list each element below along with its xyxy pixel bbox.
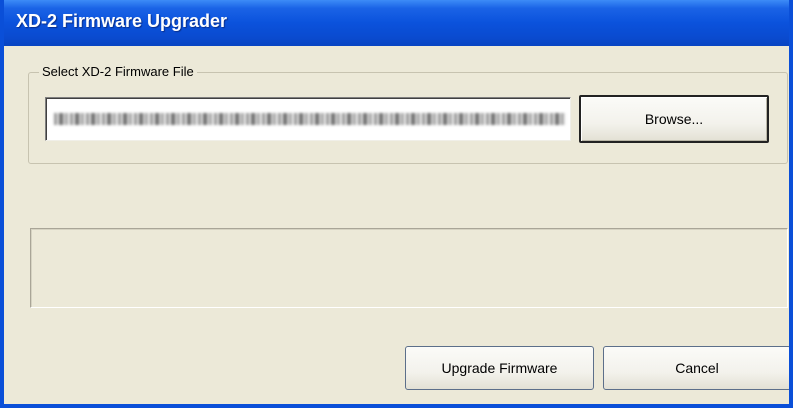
window-title: XD-2 Firmware Upgrader [16, 11, 228, 31]
status-panel [30, 228, 788, 308]
cancel-button[interactable]: Cancel [603, 346, 789, 390]
firmware-upgrader-window: XD-2 Firmware Upgrader Select XD-2 Firmw… [0, 0, 793, 408]
upgrade-firmware-button[interactable]: Upgrade Firmware [405, 346, 594, 390]
browse-button[interactable]: Browse... [579, 95, 769, 143]
blurred-file-path [54, 113, 566, 125]
firmware-file-path-field[interactable] [45, 97, 571, 141]
firmware-file-group-label: Select XD-2 Firmware File [39, 64, 197, 79]
title-bar[interactable]: XD-2 Firmware Upgrader [4, 0, 789, 46]
